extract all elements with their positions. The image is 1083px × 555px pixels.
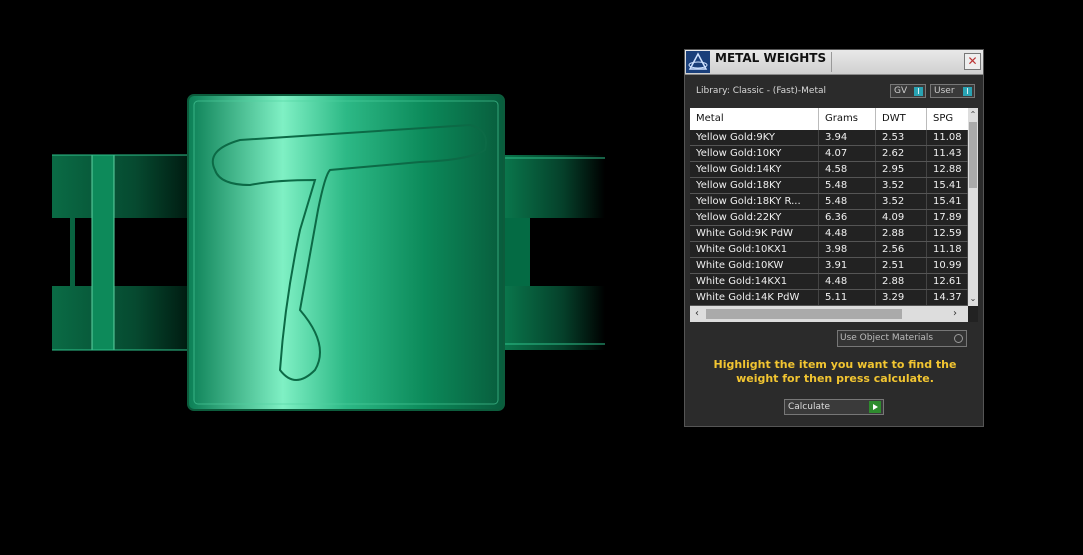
table-row[interactable]: Yellow Gold:22KY 6.36 4.09 17.89: [690, 210, 968, 226]
metal-cell: White Gold:9K PdW: [690, 226, 819, 241]
spg-cell: 11.43: [927, 146, 968, 161]
ring-band-left: [52, 154, 190, 351]
table-row[interactable]: Yellow Gold:18KY 5.48 3.52 15.41: [690, 178, 968, 194]
title-divider: [831, 52, 832, 72]
panel-titlebar[interactable]: METAL WEIGHTS ✕: [685, 50, 983, 75]
grams-cell: 3.91: [819, 258, 876, 273]
vertical-scroll-thumb[interactable]: [969, 122, 977, 188]
dwt-cell: 3.52: [876, 178, 927, 193]
horizontal-scroll-thumb[interactable]: [706, 309, 902, 319]
table-row[interactable]: White Gold:14KX1 4.48 2.88 12.61: [690, 274, 968, 290]
calculate-label: Calculate: [788, 402, 831, 412]
dwt-cell: 2.88: [876, 226, 927, 241]
gv-toggle[interactable]: GV I: [890, 84, 926, 98]
column-header-dwt[interactable]: DWT: [876, 108, 927, 130]
table-row[interactable]: White Gold:10KX1 3.98 2.56 11.18: [690, 242, 968, 258]
play-arrow-icon: [869, 401, 881, 413]
ring-band-right: [500, 155, 605, 350]
dwt-cell: 4.09: [876, 210, 927, 225]
spg-cell: 11.08: [927, 130, 968, 145]
table-row[interactable]: White Gold:9K PdW 4.48 2.88 12.59: [690, 226, 968, 242]
dwt-cell: 2.95: [876, 162, 927, 177]
column-header-metal[interactable]: Metal: [690, 108, 819, 130]
dwt-cell: 3.52: [876, 194, 927, 209]
metal-weights-panel: METAL WEIGHTS ✕ Library: Classic - (Fast…: [684, 49, 984, 427]
spg-cell: 12.59: [927, 226, 968, 241]
grams-cell: 4.07: [819, 146, 876, 161]
gv-toggle-label: GV: [894, 86, 908, 96]
table-row[interactable]: Yellow Gold:18KY R... 5.48 3.52 15.41: [690, 194, 968, 210]
grams-cell: 3.98: [819, 242, 876, 257]
table-body: Yellow Gold:9KY 3.94 2.53 11.08 Yellow Gold:…: [690, 130, 968, 306]
instruction-text: Highlight the item you want to find the …: [713, 358, 957, 385]
spg-cell: 15.41: [927, 178, 968, 193]
table-row[interactable]: White Gold:14K PdW 5.11 3.29 14.37: [690, 290, 968, 306]
metal-cell: White Gold:14KX1: [690, 274, 819, 289]
panel-title: METAL WEIGHTS: [715, 51, 827, 65]
horizontal-scrollbar[interactable]: ‹ ›: [690, 306, 968, 322]
metal-cell: White Gold:14K PdW: [690, 290, 819, 305]
spg-cell: 12.61: [927, 274, 968, 289]
scroll-up-icon[interactable]: ⌃: [968, 109, 978, 121]
dwt-cell: 2.56: [876, 242, 927, 257]
scroll-right-icon[interactable]: ›: [948, 306, 962, 322]
scroll-left-icon[interactable]: ‹: [690, 306, 704, 322]
grams-cell: 4.48: [819, 226, 876, 241]
use-object-materials-toggle[interactable]: Use Object Materials: [837, 330, 967, 347]
dwt-cell: 2.88: [876, 274, 927, 289]
grams-cell: 5.48: [819, 178, 876, 193]
column-header-spg[interactable]: SPG: [927, 108, 968, 130]
metal-cell: White Gold:10KW: [690, 258, 819, 273]
dwt-cell: 3.29: [876, 290, 927, 305]
dwt-cell: 2.53: [876, 130, 927, 145]
library-label: Library: Classic - (Fast)-Metal: [696, 86, 827, 96]
app-logo-icon: [686, 51, 710, 73]
spg-cell: 10.99: [927, 258, 968, 273]
gv-toggle-indicator-icon: I: [914, 87, 923, 96]
grams-cell: 4.58: [819, 162, 876, 177]
grams-cell: 5.48: [819, 194, 876, 209]
user-toggle[interactable]: User I: [930, 84, 975, 98]
close-button[interactable]: ✕: [964, 53, 981, 70]
metal-cell: Yellow Gold:18KY: [690, 178, 819, 193]
metal-table: Metal Grams DWT SPG Yellow Gold:9KY 3.94 2…: [690, 108, 978, 322]
grams-cell: 6.36: [819, 210, 876, 225]
grams-cell: 3.94: [819, 130, 876, 145]
user-toggle-indicator-icon: I: [963, 87, 972, 96]
spg-cell: 17.89: [927, 210, 968, 225]
metal-cell: Yellow Gold:9KY: [690, 130, 819, 145]
spg-cell: 15.41: [927, 194, 968, 209]
metal-cell: Yellow Gold:14KY: [690, 162, 819, 177]
calculate-button[interactable]: Calculate: [784, 399, 884, 415]
table-row[interactable]: Yellow Gold:9KY 3.94 2.53 11.08: [690, 130, 968, 146]
dwt-cell: 2.51: [876, 258, 927, 273]
column-header-grams[interactable]: Grams: [819, 108, 876, 130]
table-row[interactable]: White Gold:10KW 3.91 2.51 10.99: [690, 258, 968, 274]
grams-cell: 5.11: [819, 290, 876, 305]
table-row[interactable]: Yellow Gold:10KY 4.07 2.62 11.43: [690, 146, 968, 162]
spg-cell: 12.88: [927, 162, 968, 177]
metal-cell: Yellow Gold:22KY: [690, 210, 819, 225]
spg-cell: 14.37: [927, 290, 968, 305]
ring-model-render: [52, 94, 605, 411]
table-header: Metal Grams DWT SPG: [690, 108, 968, 130]
metal-cell: White Gold:10KX1: [690, 242, 819, 257]
radio-knob-icon: [954, 334, 963, 343]
table-row[interactable]: Yellow Gold:14KY 4.58 2.95 12.88: [690, 162, 968, 178]
scroll-down-icon[interactable]: ⌄: [968, 293, 978, 305]
user-toggle-label: User: [934, 86, 955, 96]
metal-cell: Yellow Gold:18KY R...: [690, 194, 819, 209]
metal-cell: Yellow Gold:10KY: [690, 146, 819, 161]
3d-viewport[interactable]: [0, 0, 680, 555]
spg-cell: 11.18: [927, 242, 968, 257]
ring-signet-face: [187, 94, 505, 411]
vertical-scrollbar[interactable]: ⌃ ⌄: [968, 108, 978, 306]
use-object-materials-label: Use Object Materials: [840, 333, 934, 343]
dwt-cell: 2.62: [876, 146, 927, 161]
grams-cell: 4.48: [819, 274, 876, 289]
